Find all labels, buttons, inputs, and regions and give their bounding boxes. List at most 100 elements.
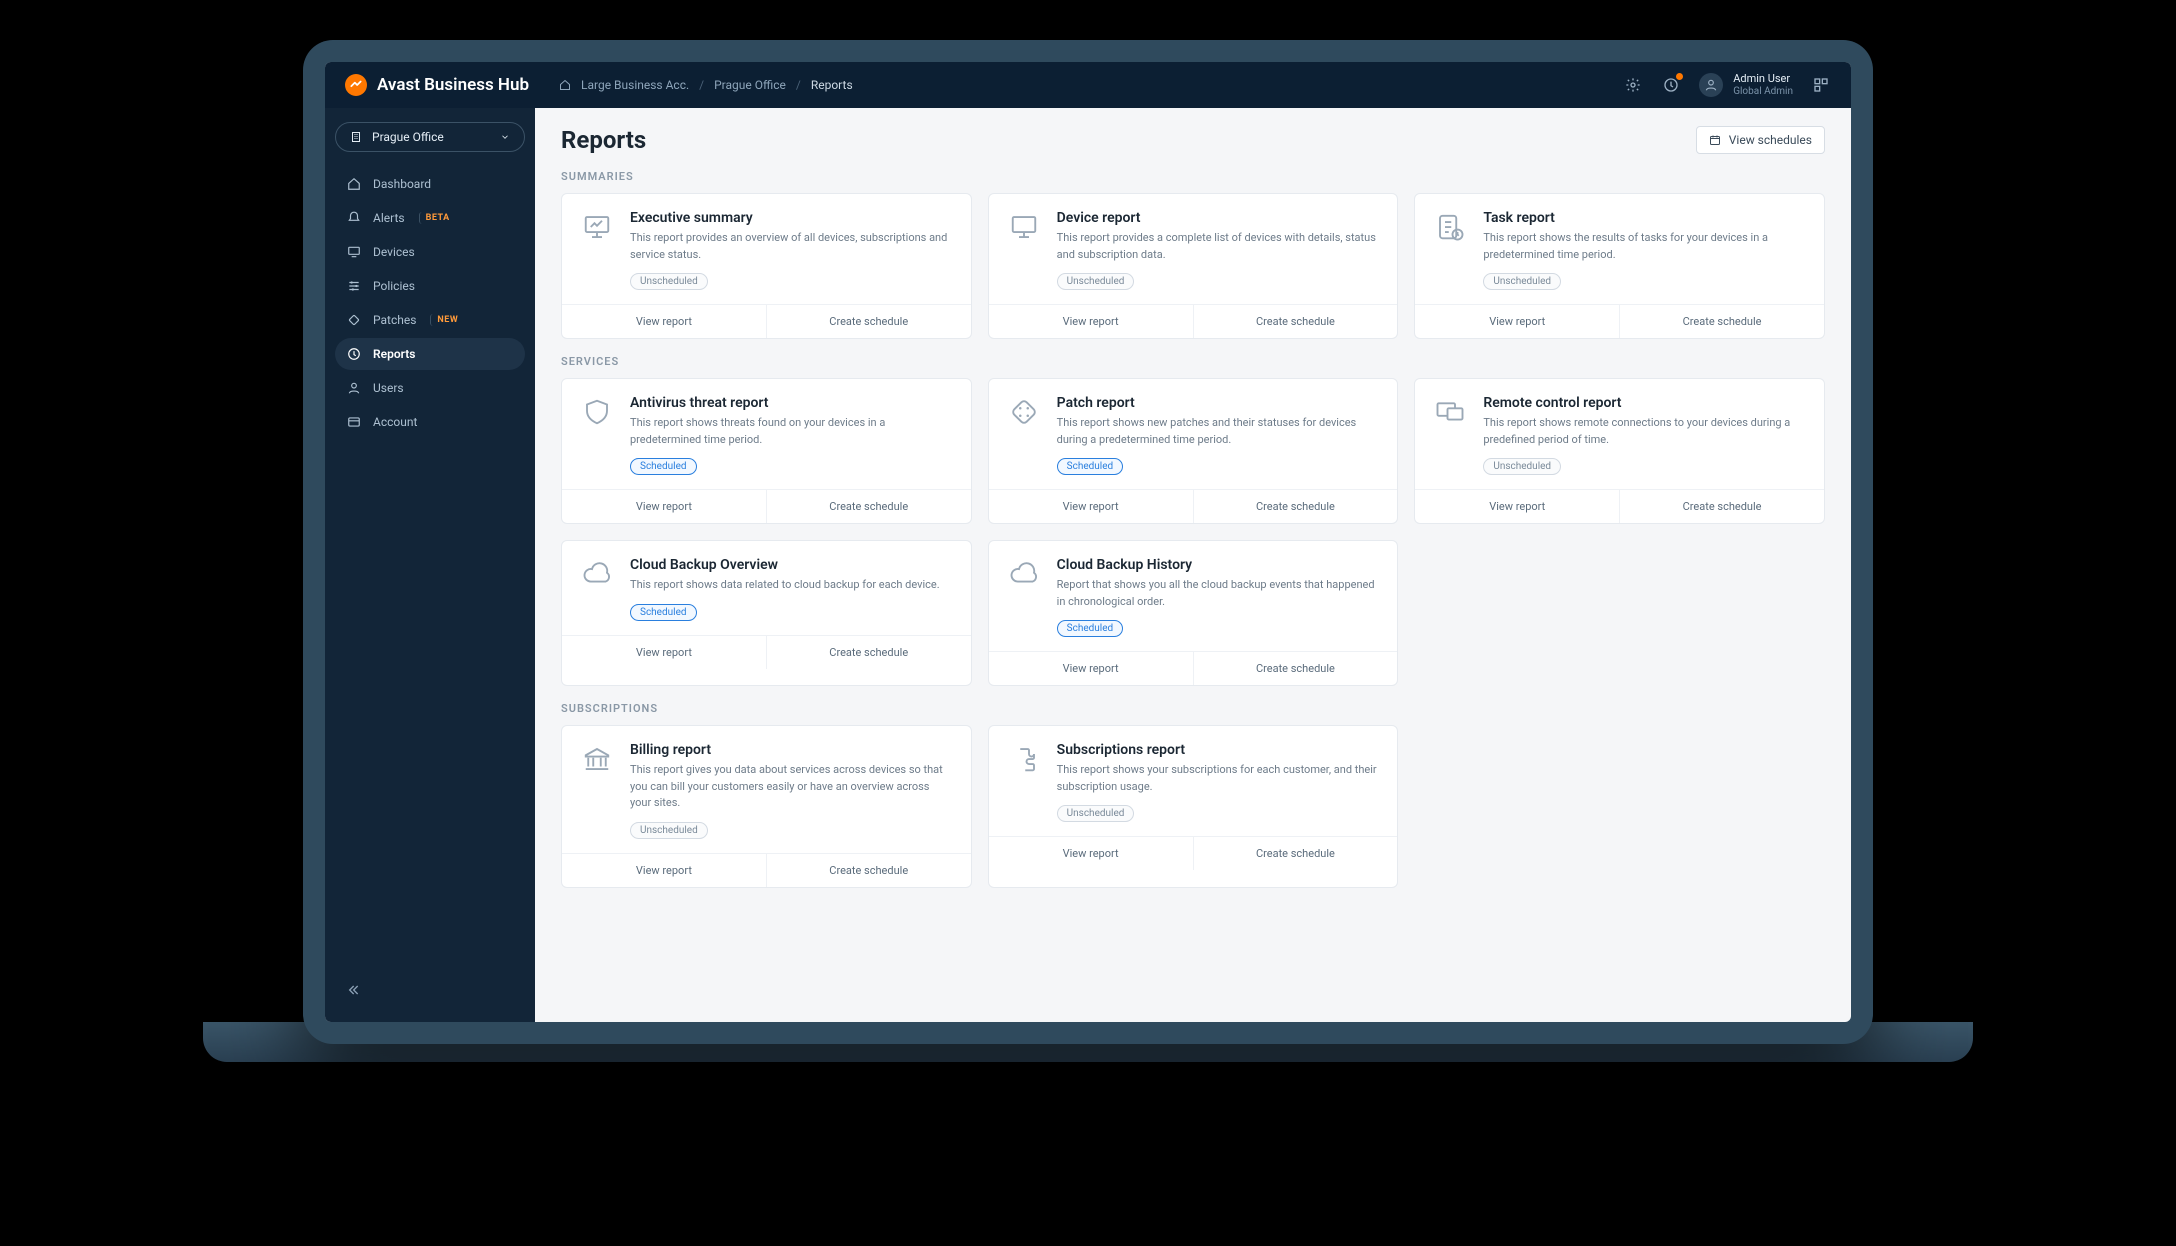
create-schedule-button[interactable]: Create schedule [1193,490,1398,523]
card-title: Task report [1483,210,1806,226]
bank-icon [580,742,614,776]
card-title: Antivirus threat report [630,395,953,411]
card-icon [347,415,361,429]
card-description: This report provides an overview of all … [630,230,953,263]
view-report-button[interactable]: View report [1415,305,1619,338]
page-title: Reports [561,126,646,154]
org-name: Prague Office [372,130,444,144]
view-report-button[interactable]: View report [989,837,1193,870]
presentation-icon [580,210,614,244]
status-badge: Unscheduled [1483,273,1561,290]
breadcrumb-item[interactable]: Reports [811,78,853,92]
sidebar-item-label: Policies [373,279,415,293]
sidebar-item-label: Alerts [373,211,405,225]
breadcrumb: Large Business Acc. / Prague Office / Re… [559,78,853,92]
view-schedules-button[interactable]: View schedules [1696,126,1825,154]
monitor-icon [347,245,361,259]
create-schedule-button[interactable]: Create schedule [766,854,971,887]
brand: Avast Business Hub [345,74,529,96]
section-title-summaries: SUMMARIES [561,170,1825,183]
patch-icon [1007,395,1041,429]
shield-icon [580,395,614,429]
card-title: Subscriptions report [1057,742,1380,758]
card-title: Executive summary [630,210,953,226]
view-report-button[interactable]: View report [989,652,1193,685]
sidebar-item-alerts[interactable]: Alerts BETA [335,202,525,234]
collapse-sidebar-button[interactable] [345,982,361,998]
status-badge: Unscheduled [1057,273,1135,290]
sidebar: Prague Office Dashboard Alerts [325,108,535,1022]
sidebar-item-patches[interactable]: Patches NEW [335,304,525,336]
card-title: Billing report [630,742,953,758]
status-badge: Scheduled [1057,458,1124,475]
sidebar-item-label: Reports [373,347,415,361]
sidebar-item-users[interactable]: Users [335,372,525,404]
card-title: Device report [1057,210,1380,226]
status-badge: Unscheduled [630,273,708,290]
sidebar-item-label: Users [373,381,404,395]
view-report-button[interactable]: View report [562,490,766,523]
report-card-device: Device report This report provides a com… [988,193,1399,339]
card-title: Cloud Backup Overview [630,557,953,573]
patch-icon [347,313,361,327]
view-report-button[interactable]: View report [562,854,766,887]
view-report-button[interactable]: View report [562,305,766,338]
card-description: This report shows the results of tasks f… [1483,230,1806,263]
sidebar-item-dashboard[interactable]: Dashboard [335,168,525,200]
create-schedule-button[interactable]: Create schedule [1619,305,1824,338]
cloud-icon [580,557,614,591]
puzzle-icon [1007,742,1041,776]
status-badge: Scheduled [630,604,697,621]
notifications-icon[interactable] [1661,75,1681,95]
report-card-subscriptions: Subscriptions report This report shows y… [988,725,1399,888]
sidebar-item-label: Account [373,415,417,429]
create-schedule-button[interactable]: Create schedule [766,490,971,523]
avatar-icon [1699,73,1723,97]
section-title-subscriptions: SUBSCRIPTIONS [561,702,1825,715]
breadcrumb-item[interactable]: Prague Office [714,78,786,92]
card-description: This report provides a complete list of … [1057,230,1380,263]
apps-icon[interactable] [1811,75,1831,95]
user-menu[interactable]: Admin User Global Admin [1699,73,1793,97]
sidebar-item-account[interactable]: Account [335,406,525,438]
user-name: Admin User [1733,73,1793,85]
home-icon[interactable] [559,79,571,91]
create-schedule-button[interactable]: Create schedule [766,305,971,338]
sidebar-item-label: Devices [373,245,415,259]
status-badge: Unscheduled [1483,458,1561,475]
brand-logo-icon [345,74,367,96]
settings-icon[interactable] [1623,75,1643,95]
breadcrumb-item[interactable]: Large Business Acc. [581,78,689,92]
view-report-button[interactable]: View report [989,490,1193,523]
sidebar-item-policies[interactable]: Policies [335,270,525,302]
user-icon [347,381,361,395]
sliders-icon [347,279,361,293]
create-schedule-button[interactable]: Create schedule [1193,837,1398,870]
card-description: This report shows data related to cloud … [630,577,953,594]
view-report-button[interactable]: View report [989,305,1193,338]
topbar: Avast Business Hub Large Business Acc. /… [325,62,1851,108]
sidebar-item-devices[interactable]: Devices [335,236,525,268]
view-report-button[interactable]: View report [562,636,766,669]
report-card-backup-history: Cloud Backup History Report that shows y… [988,540,1399,686]
sidebar-item-label: Patches [373,313,416,327]
card-description: This report shows remote connections to … [1483,415,1806,448]
sidebar-item-label: Dashboard [373,177,431,191]
create-schedule-button[interactable]: Create schedule [1193,305,1398,338]
sidebar-item-reports[interactable]: Reports [335,338,525,370]
main-content: Reports View schedules SUMMARIES [535,108,1851,1022]
calendar-icon [1709,134,1721,146]
clock-icon [347,347,361,361]
status-badge: Scheduled [630,458,697,475]
task-icon [1433,210,1467,244]
create-schedule-button[interactable]: Create schedule [1619,490,1824,523]
button-label: View schedules [1729,133,1812,147]
org-selector[interactable]: Prague Office [335,122,525,152]
view-report-button[interactable]: View report [1415,490,1619,523]
cloud-icon [1007,557,1041,591]
monitor-icon [1007,210,1041,244]
create-schedule-button[interactable]: Create schedule [766,636,971,669]
status-badge: Unscheduled [1057,805,1135,822]
create-schedule-button[interactable]: Create schedule [1193,652,1398,685]
card-title: Patch report [1057,395,1380,411]
